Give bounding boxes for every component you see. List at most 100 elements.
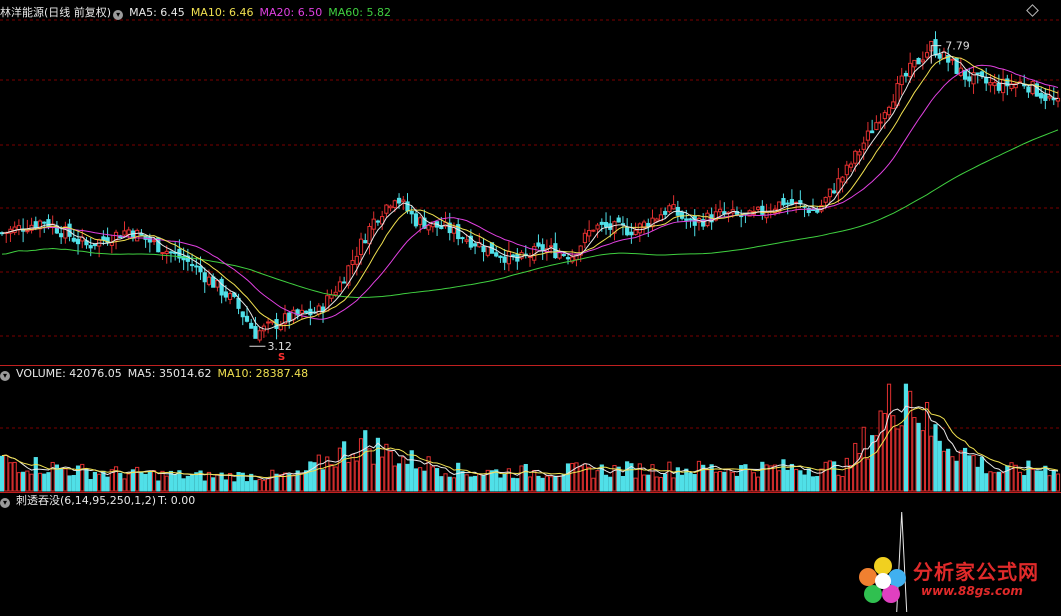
candle-body [168,251,174,254]
volume-bar [1026,460,1031,492]
volume-bar [261,480,266,492]
stock-chart[interactable]: 7.793.12S [0,0,1061,616]
candle-body [717,208,723,213]
volume-bar [755,476,761,492]
volume-bar [760,461,765,492]
candle-body [984,77,989,84]
candle-body [616,217,621,223]
candle-body [996,82,1001,91]
candle-body [591,229,596,232]
volume-bar [0,455,5,492]
candle-body [903,72,909,77]
candle-body [663,210,668,215]
candle-body [227,293,233,300]
volume-bar [316,454,321,492]
volume-bar [684,468,689,492]
volume-bar [958,450,963,492]
volume-bar [946,448,951,492]
volume-bar [836,474,841,492]
volume-bar [181,478,186,492]
candle-body [603,222,609,228]
volume-bar [722,471,727,492]
candle-body [494,252,499,257]
stock-name[interactable]: 林洋能源(日线 前复权) [0,6,111,19]
volume-bar [709,464,714,492]
volume-bar [215,473,220,492]
volume-bar [266,478,271,492]
candle-body [916,57,921,65]
indicator-title[interactable]: 刺透吞没(6,14,95,250,1,2) [16,494,156,507]
candle-body [354,255,359,265]
volume-bar [1051,470,1056,492]
volume-bar [950,456,955,492]
candle-body [1030,81,1035,95]
candle-body [865,130,871,141]
candle-body [722,211,727,215]
watermark: 分析家公式网 www.88gs.com [855,550,1055,610]
candle-body [194,265,199,268]
candle-body [249,322,254,329]
volume-bar [143,473,148,492]
volume-bar [777,470,782,492]
candle-body [962,69,968,80]
volume-bar [717,471,723,492]
volume-ma10: MA10: 28387.48 [217,367,309,380]
volume-bar [654,476,659,492]
candle-body [202,272,207,283]
candle-body [933,39,938,56]
candle-body [464,239,469,242]
volume-bar [794,468,799,492]
volume-bar [363,430,368,492]
candle-body [654,218,659,222]
volume-bar [460,471,465,492]
volume-bar [135,466,140,492]
volume-bar [287,473,292,492]
candle-body [350,260,355,266]
volume-bar [185,475,190,492]
flower-logo-icon [859,557,906,603]
volume-bar [447,476,452,492]
volume-bar [333,466,338,492]
volume-bar [472,475,478,492]
candle-body [886,106,892,116]
volume-ma10-line [1,407,1059,478]
volume-bar [270,469,275,492]
volume-bar [646,474,651,492]
candle-body [257,330,262,341]
candle-body [874,122,879,130]
volume-bar [308,461,313,492]
candle-body [755,206,761,210]
candle-body [299,309,305,314]
signal-marker: S [278,352,285,363]
candle-body [967,76,972,82]
volume-bar [101,470,106,492]
chevron-down-icon[interactable]: ▾ [0,371,10,381]
volume-bar [337,447,343,492]
volume-bar [1055,473,1061,492]
volume-bar [996,471,1001,492]
volume-bar [105,476,110,492]
candle-body [413,213,419,227]
volume-bar [295,470,300,492]
volume-bar [1043,465,1048,492]
volume-bar [253,480,258,492]
candle-body [899,75,904,86]
volume-bar [658,476,664,492]
volume-bar [413,468,419,492]
chevron-down-icon[interactable]: ▾ [113,10,124,20]
volume-bar [63,468,68,492]
candle-body [88,245,93,249]
volume-bar [151,470,157,492]
volume-bar [223,479,228,492]
volume-title[interactable]: VOLUME: 42076.05 [16,367,122,380]
candle-body [924,52,930,58]
candle-body [625,226,630,236]
volume-bar [1047,475,1052,492]
candle-body [832,190,837,194]
volume-bar [118,472,123,492]
volume-bar [97,473,102,492]
candle-body [557,252,562,259]
chevron-down-icon[interactable]: ▾ [0,498,10,508]
candle-body [418,217,423,225]
volume-bar [827,460,833,492]
